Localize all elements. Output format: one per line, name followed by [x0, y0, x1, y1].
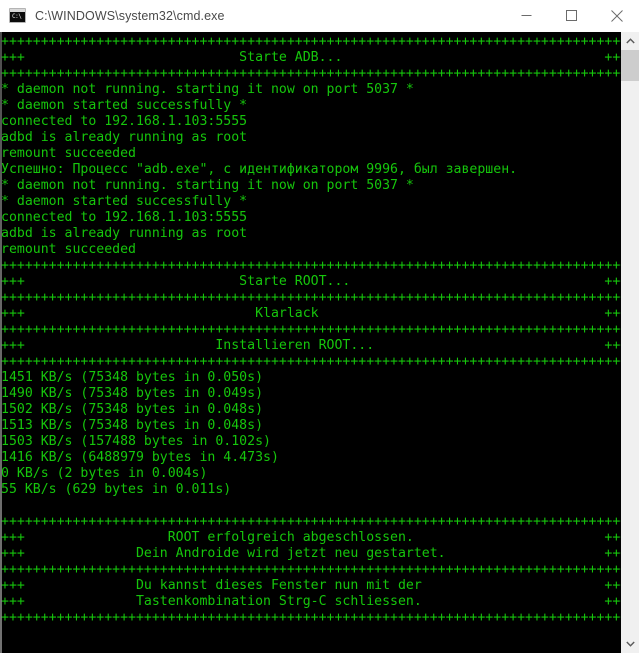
- scrollbar-thumb[interactable]: [621, 50, 639, 81]
- scrollbar-up-button[interactable]: [621, 32, 639, 50]
- console-output-area[interactable]: ++++++++++++++++++++++++++++++++++++++++…: [0, 32, 621, 653]
- console-body: ++++++++++++++++++++++++++++++++++++++++…: [0, 32, 639, 653]
- title-bar[interactable]: C:\ C:\WINDOWS\system32\cmd.exe: [0, 0, 639, 32]
- chevron-down-icon: [625, 641, 635, 647]
- cmd-icon-prompt-text: C:\: [12, 13, 22, 20]
- cmd-icon: C:\: [9, 8, 26, 23]
- window-title: C:\WINDOWS\system32\cmd.exe: [35, 8, 225, 23]
- scrollbar-down-button[interactable]: [621, 635, 639, 653]
- minimize-icon: [521, 15, 532, 16]
- console-output-text: ++++++++++++++++++++++++++++++++++++++++…: [1, 34, 621, 625]
- maximize-icon: [566, 10, 577, 21]
- cmd-window: C:\ C:\WINDOWS\system32\cmd.exe ++++++++…: [0, 0, 639, 653]
- chevron-up-icon: [625, 38, 635, 44]
- minimize-button[interactable]: [504, 0, 549, 31]
- close-icon: [610, 9, 623, 22]
- maximize-button[interactable]: [549, 0, 594, 31]
- close-button[interactable]: [594, 0, 639, 31]
- scrollbar-track[interactable]: [621, 50, 639, 635]
- vertical-scrollbar[interactable]: [621, 32, 639, 653]
- window-controls: [504, 0, 639, 31]
- cmd-icon-titlebar-stripe: [10, 9, 25, 12]
- title-bar-left: C:\ C:\WINDOWS\system32\cmd.exe: [0, 8, 504, 23]
